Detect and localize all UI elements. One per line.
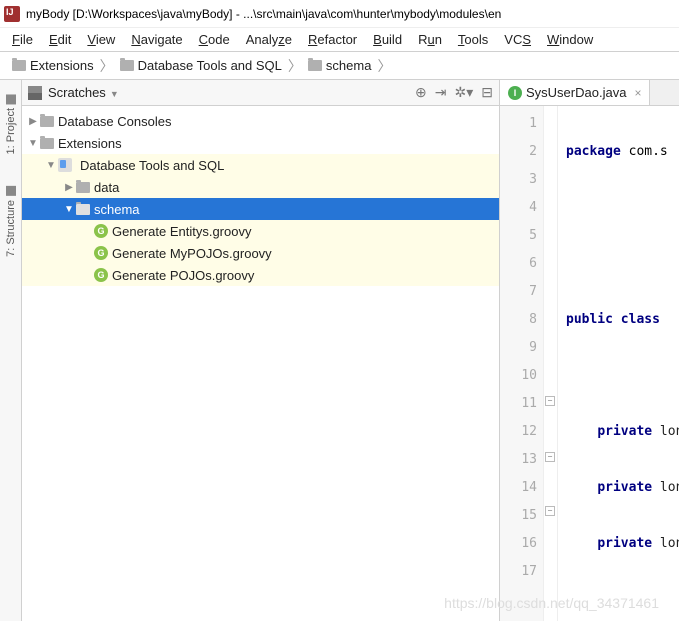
tree-item-db-tools[interactable]: ▼Database Tools and SQL bbox=[22, 154, 499, 176]
editor-tabbar: I SysUserDao.java × bbox=[500, 80, 679, 106]
menu-file[interactable]: File bbox=[4, 30, 41, 49]
collapse-arrow-icon[interactable]: ▼ bbox=[62, 204, 76, 215]
panel-header: Scratches▼ ⊕ ⇥ ✲▾ ⊟ bbox=[22, 80, 499, 106]
window-title: myBody [D:\Workspaces\java\myBody] - ...… bbox=[26, 7, 501, 21]
line-gutter: 1234567891011121314151617 bbox=[500, 106, 544, 621]
menubar: File Edit View Navigate Code Analyze Ref… bbox=[0, 28, 679, 52]
menu-analyze[interactable]: Analyze bbox=[238, 30, 300, 49]
project-tree[interactable]: ▶Database Consoles ▼Extensions ▼Database… bbox=[22, 106, 499, 621]
structure-icon bbox=[6, 186, 16, 196]
gear-icon[interactable]: ✲▾ bbox=[455, 84, 474, 101]
folder-icon bbox=[40, 138, 54, 149]
menu-build[interactable]: Build bbox=[365, 30, 410, 49]
breadcrumb-item[interactable]: schema bbox=[304, 58, 376, 73]
menu-code[interactable]: Code bbox=[191, 30, 238, 49]
chevron-right-icon: 〉 bbox=[98, 56, 116, 76]
menu-navigate[interactable]: Navigate bbox=[123, 30, 190, 49]
breadcrumb-item[interactable]: Database Tools and SQL bbox=[116, 58, 286, 73]
fold-gutter: − − − bbox=[544, 106, 558, 621]
fold-icon[interactable]: − bbox=[545, 396, 555, 406]
hide-icon[interactable]: ⊟ bbox=[481, 84, 493, 101]
breadcrumb: Extensions 〉 Database Tools and SQL 〉 sc… bbox=[0, 52, 679, 80]
breadcrumb-label: Extensions bbox=[30, 58, 94, 73]
groovy-icon: G bbox=[94, 246, 108, 260]
chevron-right-icon: 〉 bbox=[375, 56, 393, 76]
breadcrumb-item[interactable]: Extensions bbox=[8, 58, 98, 73]
folder-icon bbox=[76, 204, 90, 215]
tree-item-file[interactable]: GGenerate POJOs.groovy bbox=[22, 264, 499, 286]
menu-edit[interactable]: Edit bbox=[41, 30, 79, 49]
tree-item-extensions[interactable]: ▼Extensions bbox=[22, 132, 499, 154]
code-area[interactable]: 1234567891011121314151617 − − − package … bbox=[500, 106, 679, 621]
collapse-icon[interactable]: ⇥ bbox=[435, 84, 447, 101]
groovy-icon: G bbox=[94, 224, 108, 238]
tree-item-schema[interactable]: ▼schema bbox=[22, 198, 499, 220]
project-panel: Scratches▼ ⊕ ⇥ ✲▾ ⊟ ▶Database Consoles ▼… bbox=[22, 80, 500, 621]
tab-structure[interactable]: 7: Structure bbox=[3, 180, 19, 263]
expand-arrow-icon[interactable]: ▶ bbox=[26, 116, 40, 127]
tree-item-file[interactable]: GGenerate Entitys.groovy bbox=[22, 220, 499, 242]
expand-arrow-icon[interactable]: ▶ bbox=[62, 182, 76, 193]
menu-vcs[interactable]: VCS bbox=[496, 30, 539, 49]
titlebar: myBody [D:\Workspaces\java\myBody] - ...… bbox=[0, 0, 679, 28]
breadcrumb-label: Database Tools and SQL bbox=[138, 58, 282, 73]
dropdown-icon: ▼ bbox=[110, 89, 119, 99]
menu-window[interactable]: Window bbox=[539, 30, 601, 49]
breadcrumb-label: schema bbox=[326, 58, 372, 73]
groovy-icon: G bbox=[94, 268, 108, 282]
folder-icon bbox=[120, 60, 134, 71]
fold-icon[interactable]: − bbox=[545, 452, 555, 462]
menu-view[interactable]: View bbox=[79, 30, 123, 49]
menu-run[interactable]: Run bbox=[410, 30, 450, 49]
database-icon bbox=[58, 158, 72, 172]
folder-icon bbox=[308, 60, 322, 71]
fold-icon[interactable]: − bbox=[545, 506, 555, 516]
collapse-arrow-icon[interactable]: ▼ bbox=[44, 160, 58, 171]
editor-tab[interactable]: I SysUserDao.java × bbox=[500, 80, 650, 105]
tree-item-data[interactable]: ▶data bbox=[22, 176, 499, 198]
app-logo-icon bbox=[4, 6, 20, 22]
close-icon[interactable]: × bbox=[634, 86, 641, 100]
tab-label: SysUserDao.java bbox=[526, 85, 626, 100]
folder-icon bbox=[40, 116, 54, 127]
target-icon[interactable]: ⊕ bbox=[415, 84, 427, 101]
folder-icon bbox=[76, 182, 90, 193]
panel-title[interactable]: Scratches▼ bbox=[48, 85, 415, 100]
tree-item-db-consoles[interactable]: ▶Database Consoles bbox=[22, 110, 499, 132]
tab-project[interactable]: 1: Project bbox=[3, 88, 19, 160]
tree-item-file[interactable]: GGenerate MyPOJOs.groovy bbox=[22, 242, 499, 264]
interface-icon: I bbox=[508, 86, 522, 100]
scratches-icon bbox=[28, 86, 42, 100]
tool-window-bar: 1: Project 7: Structure bbox=[0, 80, 22, 621]
folder-icon bbox=[12, 60, 26, 71]
collapse-arrow-icon[interactable]: ▼ bbox=[26, 138, 40, 149]
project-icon bbox=[6, 94, 16, 104]
menu-tools[interactable]: Tools bbox=[450, 30, 496, 49]
chevron-right-icon: 〉 bbox=[286, 56, 304, 76]
code-text[interactable]: package com.s public class private lon p… bbox=[558, 106, 679, 621]
menu-refactor[interactable]: Refactor bbox=[300, 30, 365, 49]
editor: I SysUserDao.java × 12345678910111213141… bbox=[500, 80, 679, 621]
